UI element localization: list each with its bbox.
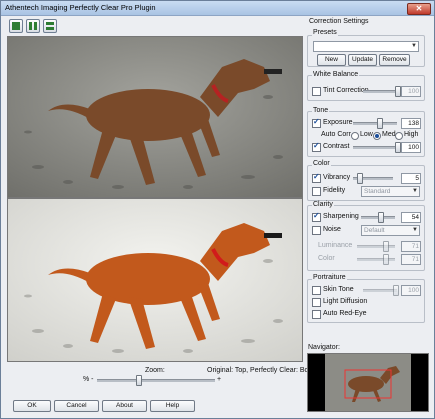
split-view-button[interactable] (26, 19, 40, 33)
white-balance-title: White Balance (312, 71, 360, 78)
navigator-photo (308, 354, 428, 411)
stacked-view-icon (46, 22, 54, 25)
vibrancy-value-field[interactable]: 5 (401, 173, 421, 184)
original-photo (8, 37, 302, 197)
original-preview[interactable] (7, 36, 303, 198)
noise-checkbox[interactable] (312, 226, 321, 235)
preset-new-button[interactable]: New (317, 54, 346, 66)
single-view-button[interactable] (9, 19, 23, 33)
tint-correction-checkbox[interactable] (312, 87, 321, 96)
contrast-slider-track[interactable] (353, 146, 397, 149)
auto-corr-high-label: High (404, 131, 419, 138)
tint-slider-track[interactable] (363, 90, 397, 93)
navigator-thumbnail[interactable] (307, 353, 429, 412)
presets-title: Presets (312, 29, 338, 36)
skin-tone-slider-thumb[interactable] (393, 285, 399, 296)
sharpening-value-field[interactable]: 54 (401, 212, 421, 223)
vibrancy-slider-thumb[interactable] (357, 173, 363, 184)
chevron-down-icon: ▼ (411, 43, 417, 49)
auto-corr-med-label: Med (382, 131, 396, 138)
skin-tone-checkbox[interactable] (312, 286, 321, 295)
skin-tone-value-field[interactable]: 100 (401, 285, 421, 296)
noise-select[interactable]: Default ▼ (361, 225, 420, 236)
ok-button[interactable]: OK (13, 400, 51, 412)
exposure-label: Exposure (323, 119, 353, 126)
noise-color-slider-thumb[interactable] (383, 254, 389, 265)
zoom-slider-track[interactable] (97, 379, 215, 382)
color-title: Color (312, 160, 331, 167)
auto-corr-high-radio[interactable] (395, 132, 403, 140)
vibrancy-checkbox[interactable] (312, 172, 321, 183)
split-view-icon (29, 22, 32, 30)
auto-corr-low-radio[interactable] (351, 132, 359, 140)
auto-red-eye-label: Auto Red-Eye (323, 310, 367, 317)
sharpening-slider-thumb[interactable] (377, 212, 384, 223)
fidelity-checkbox[interactable] (312, 187, 321, 196)
exposure-slider-track[interactable] (353, 122, 397, 125)
tone-title: Tone (312, 107, 330, 114)
about-button[interactable]: About (102, 400, 147, 412)
portraiture-title: Portraiture (312, 274, 347, 281)
luminance-slider-track[interactable] (357, 245, 395, 248)
auto-corr-med-radio[interactable] (373, 132, 381, 140)
navigator-label: Navigator: (308, 344, 340, 351)
fidelity-select[interactable]: Standard ▼ (361, 186, 420, 197)
view-legend: Original: Top, Perfectly Clear: Bottom (207, 367, 323, 374)
chevron-down-icon: ▼ (412, 188, 418, 194)
contrast-label: Contrast (323, 143, 350, 150)
corrected-preview[interactable] (7, 198, 303, 362)
contrast-value-field[interactable]: 100 (401, 142, 421, 153)
zoom-label: Zoom: (145, 367, 165, 374)
zoom-plus-label: + (217, 376, 222, 383)
clarity-title: Clarity (312, 201, 334, 208)
stacked-view-button[interactable] (43, 19, 57, 33)
corrected-photo (8, 199, 302, 361)
skin-tone-label: Skin Tone (323, 286, 354, 293)
help-button[interactable]: Help (150, 400, 195, 412)
chevron-down-icon: ▼ (412, 227, 418, 233)
preset-update-button[interactable]: Update (348, 54, 377, 66)
luminance-label: Luminance (318, 242, 353, 249)
noise-color-slider-track[interactable] (357, 258, 395, 261)
vibrancy-label: Vibrancy (323, 174, 351, 181)
fidelity-label: Fidelity (323, 187, 346, 194)
cancel-button[interactable]: Cancel (54, 400, 99, 412)
preset-remove-button[interactable]: Remove (379, 54, 410, 66)
zoom-minus-label: % - (83, 376, 94, 383)
window-title: Athentech Imaging Perfectly Clear Pro Pl… (5, 3, 156, 12)
auto-red-eye-checkbox[interactable] (312, 310, 321, 319)
tint-correction-label: Tint Correction (323, 87, 369, 94)
auto-corr-low-label: Low (360, 131, 373, 138)
single-view-icon (12, 22, 20, 30)
plugin-window: Athentech Imaging Perfectly Clear Pro Pl… (0, 0, 435, 419)
zoom-slider-thumb[interactable] (136, 375, 143, 386)
preset-select[interactable]: ▼ (313, 41, 419, 52)
title-bar: Athentech Imaging Perfectly Clear Pro Pl… (1, 1, 434, 16)
light-diffusion-label: Light Diffusion (323, 298, 368, 305)
auto-corr-label: Auto Corr. (321, 131, 353, 138)
luminance-slider-thumb[interactable] (383, 241, 389, 252)
close-button[interactable]: ✕ (407, 3, 431, 15)
light-diffusion-checkbox[interactable] (312, 298, 321, 307)
noise-label: Noise (323, 226, 341, 233)
tint-value-field[interactable]: 100 (401, 86, 421, 97)
contrast-checkbox[interactable] (312, 141, 321, 152)
sharpening-label: Sharpening (323, 213, 359, 220)
exposure-checkbox[interactable] (312, 117, 321, 128)
exposure-value-field[interactable]: 138 (401, 118, 421, 129)
noise-color-value-field[interactable]: 71 (401, 254, 421, 265)
noise-color-label: Color (318, 255, 335, 262)
skin-tone-slider-track[interactable] (363, 289, 397, 292)
luminance-value-field[interactable]: 71 (401, 241, 421, 252)
sharpening-checkbox[interactable] (312, 211, 321, 222)
exposure-slider-thumb[interactable] (377, 118, 384, 129)
correction-settings-title: Correction Settings (309, 18, 369, 25)
